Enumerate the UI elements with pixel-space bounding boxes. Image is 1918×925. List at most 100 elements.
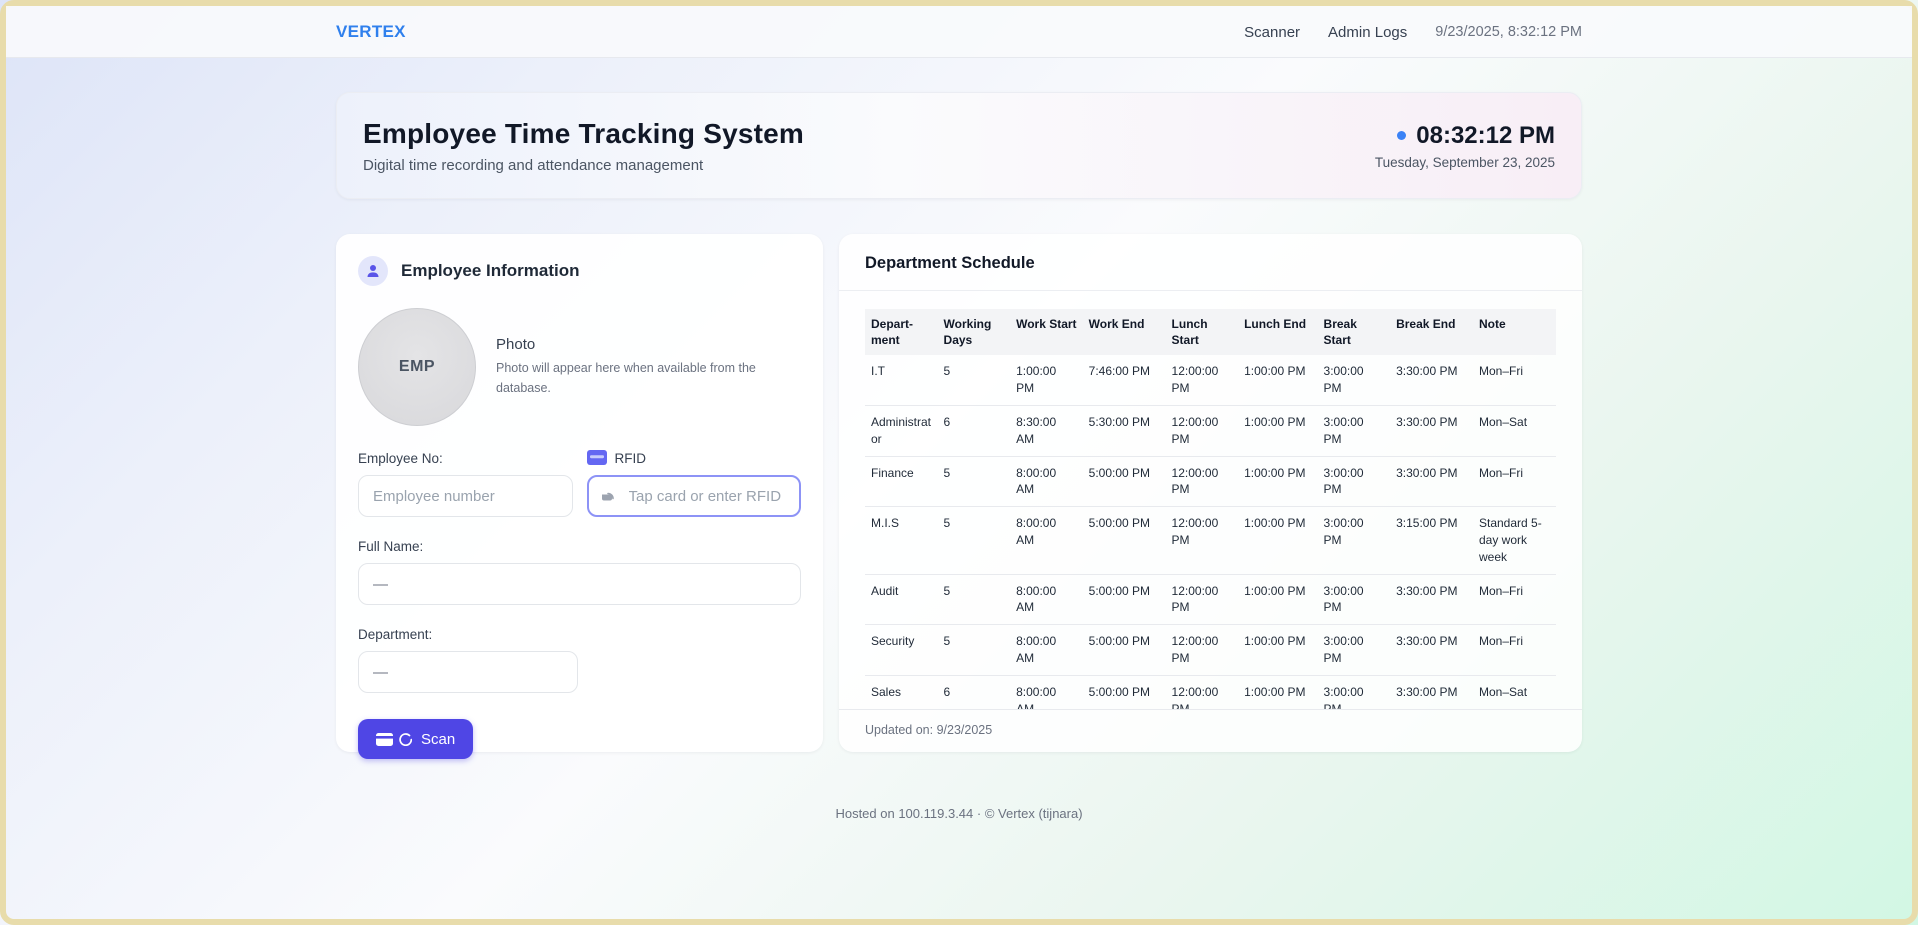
employee-card-title: Employee Information [401, 261, 580, 281]
table-cell: 5:00:00 PM [1083, 625, 1166, 676]
page-subtitle: Digital time recording and attendance ma… [363, 157, 804, 174]
table-row: I.T51:00:00 PM7:46:00 PM12:00:00 PM1:00:… [865, 355, 1556, 405]
department-value: — [358, 651, 578, 693]
table-cell: 12:00:00 PM [1166, 507, 1239, 574]
table-cell: Mon–Fri [1473, 456, 1556, 507]
table-cell: Mon–Sat [1473, 675, 1556, 709]
table-cell: 7:46:00 PM [1083, 355, 1166, 405]
clock-date: Tuesday, September 23, 2025 [1375, 155, 1555, 170]
table-cell: 1:00:00 PM [1238, 507, 1317, 574]
photo-label: Photo [496, 336, 776, 353]
schedule-table: Depart-mentWorking DaysWork StartWork En… [865, 309, 1556, 709]
table-cell: 6 [938, 405, 1011, 456]
live-dot-icon [1397, 131, 1406, 140]
table-cell: Mon–Fri [1473, 355, 1556, 405]
table-column-header: Depart-ment [865, 309, 938, 355]
table-cell: Security [865, 625, 938, 676]
table-cell: 12:00:00 PM [1166, 456, 1239, 507]
table-cell: 8:00:00 AM [1010, 574, 1083, 625]
full-name-label: Full Name: [358, 538, 801, 555]
table-cell: 1:00:00 PM [1238, 574, 1317, 625]
table-cell: 3:00:00 PM [1318, 574, 1391, 625]
table-cell: 8:00:00 AM [1010, 675, 1083, 709]
table-cell: 1:00:00 PM [1238, 456, 1317, 507]
nav-link-scanner[interactable]: Scanner [1244, 24, 1300, 41]
tap-card-icon [599, 487, 617, 510]
table-cell: 8:00:00 AM [1010, 456, 1083, 507]
nav-timestamp: 9/23/2025, 8:32:12 PM [1435, 24, 1582, 40]
page-header-card: Employee Time Tracking System Digital ti… [336, 92, 1582, 199]
photo-description: Photo will appear here when available fr… [496, 359, 776, 398]
table-cell: 3:00:00 PM [1318, 675, 1391, 709]
table-cell: 12:00:00 PM [1166, 574, 1239, 625]
scan-button[interactable]: Scan [358, 719, 473, 759]
table-cell: 5:00:00 PM [1083, 507, 1166, 574]
table-cell: 1:00:00 PM [1010, 355, 1083, 405]
hosting-footer: Hosted on 100.119.3.44 · © Vertex (tijna… [336, 806, 1582, 821]
table-column-header: Working Days [938, 309, 1011, 355]
table-header-row: Depart-mentWorking DaysWork StartWork En… [865, 309, 1556, 355]
table-cell: 3:15:00 PM [1390, 507, 1473, 574]
employee-no-label: Employee No: [358, 450, 573, 467]
full-name-value: — [358, 563, 801, 605]
brand-logo[interactable]: VERTEX [336, 22, 406, 42]
table-cell: 5 [938, 355, 1011, 405]
table-cell: Administrator [865, 405, 938, 456]
table-cell: 3:30:00 PM [1390, 456, 1473, 507]
employee-info-card: Employee Information EMP Photo Photo wil… [336, 234, 823, 752]
table-cell: Finance [865, 456, 938, 507]
table-column-header: Lunch End [1238, 309, 1317, 355]
rfid-label: RFID [615, 451, 647, 466]
table-cell: Standard 5-day work week [1473, 507, 1556, 574]
table-cell: 1:00:00 PM [1238, 675, 1317, 709]
top-nav: VERTEX Scanner Admin Logs 9/23/2025, 8:3… [6, 6, 1912, 58]
employee-no-input[interactable] [358, 475, 573, 517]
schedule-table-body: I.T51:00:00 PM7:46:00 PM12:00:00 PM1:00:… [865, 355, 1556, 709]
schedule-card-title: Department Schedule [865, 254, 1035, 272]
table-cell: M.I.S [865, 507, 938, 574]
table-cell: 12:00:00 PM [1166, 405, 1239, 456]
table-cell: 8:00:00 AM [1010, 625, 1083, 676]
rfid-input[interactable] [587, 475, 802, 517]
table-cell: 5 [938, 625, 1011, 676]
nav-link-admin-logs[interactable]: Admin Logs [1328, 24, 1407, 41]
schedule-updated-text: Updated on: 9/23/2025 [839, 709, 1582, 752]
user-icon [358, 256, 388, 286]
table-column-header: Note [1473, 309, 1556, 355]
table-cell: 3:30:00 PM [1390, 574, 1473, 625]
table-cell: 3:00:00 PM [1318, 625, 1391, 676]
table-cell: 12:00:00 PM [1166, 675, 1239, 709]
table-cell: 3:00:00 PM [1318, 456, 1391, 507]
scan-button-label: Scan [421, 731, 455, 748]
table-cell: 12:00:00 PM [1166, 355, 1239, 405]
table-row: Administrator68:30:00 AM5:30:00 PM12:00:… [865, 405, 1556, 456]
table-cell: Mon–Fri [1473, 625, 1556, 676]
department-schedule-card: Department Schedule Depart-mentWorking D… [839, 234, 1582, 752]
table-cell: 3:00:00 PM [1318, 507, 1391, 574]
table-row: Finance58:00:00 AM5:00:00 PM12:00:00 PM1… [865, 456, 1556, 507]
employee-photo-placeholder: EMP [358, 308, 476, 426]
table-cell: 3:00:00 PM [1318, 405, 1391, 456]
table-cell: 5:00:00 PM [1083, 675, 1166, 709]
table-cell: 5:00:00 PM [1083, 456, 1166, 507]
table-cell: Audit [865, 574, 938, 625]
table-cell: 5:30:00 PM [1083, 405, 1166, 456]
clock-time: 08:32:12 PM [1416, 122, 1555, 150]
department-label: Department: [358, 626, 801, 643]
id-card-icon [587, 450, 607, 468]
table-row: Sales68:00:00 AM5:00:00 PM12:00:00 PM1:0… [865, 675, 1556, 709]
page-title: Employee Time Tracking System [363, 118, 804, 150]
table-cell: Mon–Fri [1473, 574, 1556, 625]
table-cell: 5:00:00 PM [1083, 574, 1166, 625]
table-column-header: Break Start [1318, 309, 1391, 355]
table-cell: 5 [938, 574, 1011, 625]
table-cell: 6 [938, 675, 1011, 709]
card-scan-icon [376, 733, 412, 746]
table-cell: 3:30:00 PM [1390, 675, 1473, 709]
table-cell: 3:30:00 PM [1390, 625, 1473, 676]
table-cell: 8:30:00 AM [1010, 405, 1083, 456]
table-cell: 5 [938, 456, 1011, 507]
table-row: M.I.S58:00:00 AM5:00:00 PM12:00:00 PM1:0… [865, 507, 1556, 574]
table-cell: Sales [865, 675, 938, 709]
table-cell: I.T [865, 355, 938, 405]
